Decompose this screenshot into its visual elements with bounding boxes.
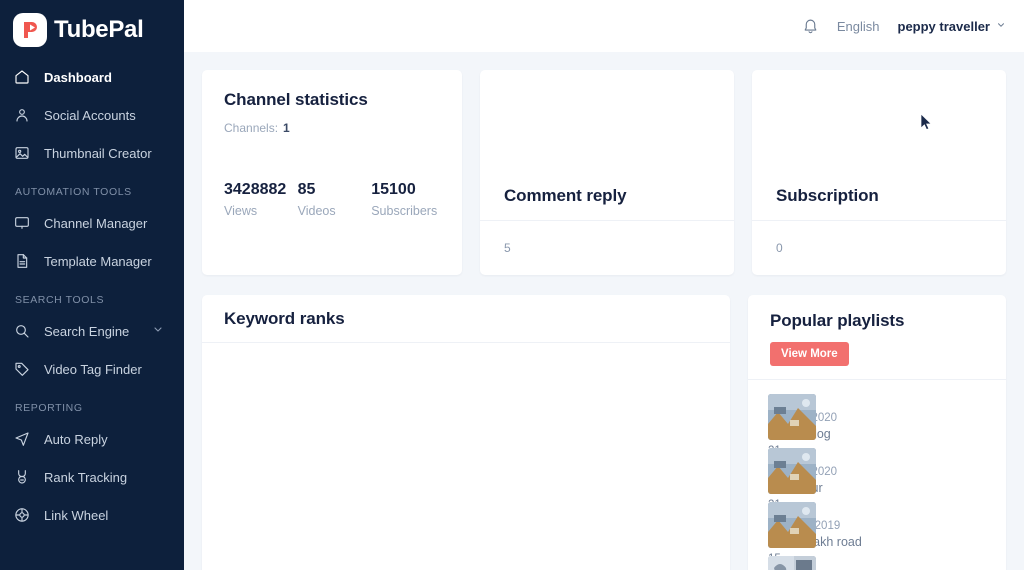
statistics-list: 3428882 Views 85 Videos 15100 Subscriber… [224, 181, 442, 219]
playlist-thumbnail [768, 556, 816, 570]
comment-reply-header: Comment reply [480, 70, 734, 221]
user-menu[interactable]: peppy traveller [898, 19, 1007, 34]
channels-count: Channels: 1 [224, 121, 442, 135]
stat-label: Subscribers [371, 204, 438, 218]
chevron-down-icon[interactable] [152, 324, 164, 339]
chevron-down-icon [996, 20, 1006, 33]
image-icon [14, 145, 36, 161]
dashboard-content: Channel statistics Channels: 1 3428882 Vi… [184, 52, 1024, 570]
brand-name: TubePal [54, 16, 144, 43]
list-item[interactable]: 9th Aug 2019 Dance songs [768, 554, 1006, 570]
keyword-ranks-card: Keyword ranks [202, 295, 730, 570]
language-selector[interactable]: English [837, 19, 880, 34]
sidebar-nav: Dashboard Social Accounts Thumbnail Crea… [0, 50, 184, 534]
sidebar-item-label: Channel Manager [44, 215, 148, 231]
stat-value: 15100 [371, 181, 416, 198]
sidebar-item-auto-reply[interactable]: Auto Reply [0, 420, 184, 458]
globe-icon [14, 507, 36, 523]
stats-row: Channel statistics Channels: 1 3428882 Vi… [202, 70, 1006, 275]
sidebar-item-template-manager[interactable]: Template Manager [0, 242, 184, 280]
stat-value: 3428882 [224, 181, 287, 198]
sidebar-item-dashboard[interactable]: Dashboard [0, 58, 184, 96]
stat-label: Videos [297, 204, 336, 218]
comment-reply-card: Comment reply 5 [480, 70, 734, 275]
keyword-ranks-header: Keyword ranks [202, 295, 730, 343]
sidebar-item-label: Social Accounts [44, 107, 136, 123]
popular-playlists-card: Popular playlists View More 2020 Vlog 20… [748, 295, 1006, 570]
sidebar-item-label: Thumbnail Creator [44, 145, 152, 161]
sidebar-item-label: Template Manager [44, 253, 152, 269]
sidebar-group-automation-tools: AUTOMATION TOOLS [15, 186, 132, 198]
playlist-thumbnail [768, 448, 816, 494]
sidebar-item-social-accounts[interactable]: Social Accounts [0, 96, 184, 134]
sidebar-item-thumbnail-creator[interactable]: Thumbnail Creator [0, 134, 184, 172]
card-title: Popular playlists [770, 311, 905, 330]
view-more-button[interactable]: View More [770, 342, 849, 366]
user-name: peppy traveller [897, 18, 991, 34]
sidebar-item-label: Link Wheel [44, 507, 109, 523]
comment-reply-value: 5 [504, 241, 511, 255]
sidebar-item-label: Dashboard [44, 69, 112, 85]
card-title: Subscription [776, 186, 879, 205]
card-title: Comment reply [504, 186, 627, 205]
subscription-card: Subscription 0 [752, 70, 1006, 275]
playlist-thumbnail [768, 502, 816, 548]
channels-label: Channels: [224, 121, 279, 135]
user-icon [14, 107, 36, 123]
document-icon [14, 253, 36, 269]
topbar: English peppy traveller [184, 0, 1024, 52]
stat-views: 3428882 Views [224, 181, 298, 219]
subscription-header: Subscription [752, 70, 1006, 221]
sidebar-item-video-tag-finder[interactable]: Video Tag Finder [0, 350, 184, 388]
card-title: Keyword ranks [224, 308, 345, 328]
medal-icon [14, 469, 36, 485]
lower-row: Keyword ranks Popular playlists View Mor… [202, 295, 1006, 570]
subscription-value: 0 [776, 241, 783, 255]
stat-label: Views [224, 204, 258, 218]
main-area: English peppy traveller Channel statisti… [184, 0, 1024, 570]
tag-icon [14, 361, 36, 377]
sidebar-item-label: Video Tag Finder [44, 361, 142, 377]
channels-value: 1 [283, 121, 290, 135]
page-title: Channel statistics [224, 90, 368, 109]
playlist-list: 2nd Oct 2020 Travel Vlog 21 [748, 380, 1006, 570]
send-icon [14, 431, 36, 447]
sidebar-group-reporting: REPORTING [15, 402, 83, 414]
list-item[interactable]: 2nd Oct 2020 Travel Vlog 21 [768, 392, 1006, 457]
channel-statistics-card: Channel statistics Channels: 1 3428882 Vi… [202, 70, 462, 275]
sidebar-item-channel-manager[interactable]: Channel Manager [0, 204, 184, 242]
stat-subscribers: 15100 Subscribers [371, 181, 442, 219]
tubepal-p-logo-icon [13, 13, 47, 47]
popular-playlists-header: Popular playlists View More [748, 295, 1006, 380]
search-icon [14, 323, 36, 339]
list-item[interactable]: 2nd Oct 2020 India Tour 21 [768, 446, 1006, 511]
brand-logo[interactable]: TubePal [0, 0, 184, 50]
sidebar-item-label: Auto Reply [44, 431, 108, 447]
sidebar-group-search-tools: SEARCH TOOLS [15, 294, 105, 306]
app-root: TubePal Dashboard Social Accounts Thumbn [0, 0, 1024, 570]
home-icon [14, 69, 36, 85]
playlist-thumbnail [768, 394, 816, 440]
sidebar-item-label: Rank Tracking [44, 469, 128, 485]
sidebar-item-rank-tracking[interactable]: Rank Tracking [0, 458, 184, 496]
sidebar-item-label: Search Engine [44, 323, 130, 339]
sidebar-item-link-wheel[interactable]: Link Wheel [0, 496, 184, 534]
bell-icon[interactable] [802, 18, 819, 35]
stat-videos: 85 Videos [298, 181, 372, 219]
sidebar: TubePal Dashboard Social Accounts Thumbn [0, 0, 184, 570]
sidebar-item-search-engine[interactable]: Search Engine [0, 312, 184, 350]
keyword-ranks-body [202, 343, 730, 570]
monitor-icon [14, 215, 36, 231]
stat-value: 85 [297, 181, 316, 198]
list-item[interactable]: 25th Oct 2019 Leh Ladakh road 15 [768, 500, 1006, 565]
